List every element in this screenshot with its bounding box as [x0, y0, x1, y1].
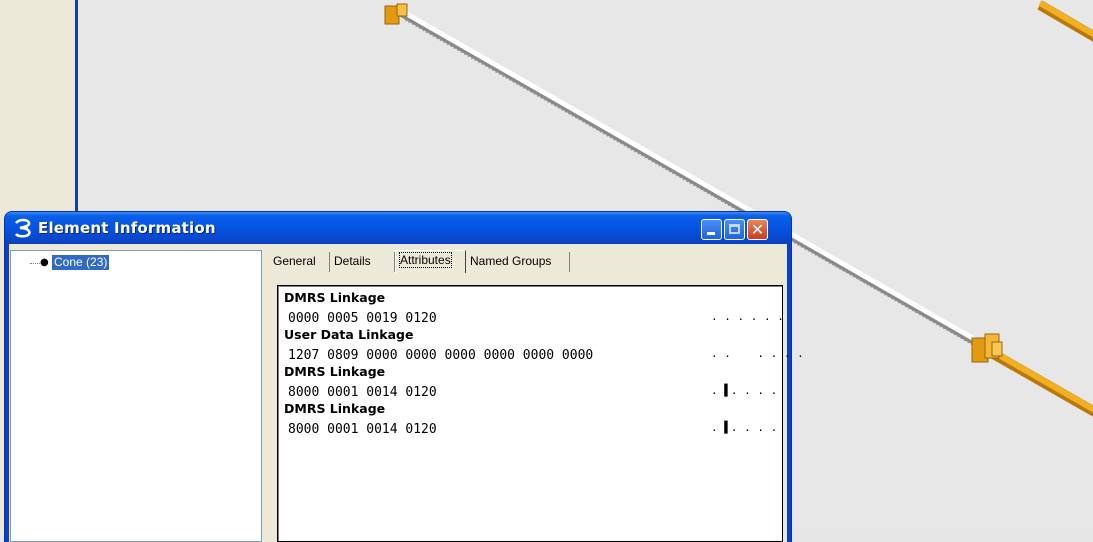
pipe-fitting-top: [384, 3, 408, 25]
linkage-title: DMRS Linkage: [284, 290, 386, 305]
linkage-hex: 8000 0001 0014 0120: [288, 422, 437, 437]
maximize-icon: [729, 224, 740, 234]
element-information-window: Element Information ✕ ● Cone (23) Genera…: [5, 212, 804, 542]
linkage-row: 1207 0809 0000 0000 0000 0000 0000 0000 …: [284, 344, 804, 363]
linkage-hex: 0000 0005 0019 0120: [288, 311, 437, 326]
tab-attributes-label: Attributes: [399, 252, 452, 268]
app-logo-icon: [14, 218, 31, 238]
linkage-row: 8000 0001 0014 0120 . ▌. . . .: [284, 418, 782, 437]
pane-splitter[interactable]: [262, 250, 268, 542]
window-title: Element Information: [38, 219, 216, 237]
tab-general[interactable]: General: [269, 252, 330, 272]
tree-item-cone[interactable]: Cone (23): [52, 255, 110, 270]
linkage-ascii: . ▌. . . .: [711, 421, 778, 434]
linkage-row: 0000 0005 0019 0120 . . . . . .: [284, 307, 784, 326]
linkage-hex: 8000 0001 0014 0120: [288, 385, 437, 400]
tab-named-groups[interactable]: Named Groups: [466, 252, 570, 272]
linkage-ascii: . . . . . .: [711, 347, 804, 360]
linkage-hex: 1207 0809 0000 0000 0000 0000 0000 0000: [288, 348, 594, 363]
close-button[interactable]: ✕: [747, 219, 768, 240]
linkage-title: DMRS Linkage: [284, 364, 386, 379]
tree-bullet-icon: ●: [40, 257, 49, 268]
linkage-row: 8000 0001 0014 0120 . ▌. . . .: [284, 381, 782, 400]
close-icon: ✕: [750, 220, 765, 239]
tab-attributes[interactable]: Attributes: [395, 250, 466, 273]
window-client-area: ● Cone (23) General Details Attributes N…: [9, 244, 804, 542]
linkage-title: DMRS Linkage: [284, 401, 386, 416]
maximize-button[interactable]: [724, 219, 745, 240]
attributes-panel[interactable]: DMRS Linkage 0000 0005 0019 0120 . . . .…: [277, 285, 804, 542]
minimize-button[interactable]: [701, 219, 722, 240]
minimize-icon: [707, 232, 715, 235]
linkage-ascii: . . . . . .: [711, 310, 784, 323]
tab-details[interactable]: Details: [330, 252, 395, 272]
linkage-ascii: . ▌. . . .: [711, 384, 778, 397]
tree-connector: [30, 263, 40, 264]
element-tree[interactable]: ● Cone (23): [10, 250, 262, 542]
window-titlebar[interactable]: Element Information ✕: [5, 212, 791, 244]
pipe-fitting-bottom: [971, 333, 1003, 363]
linkage-title: User Data Linkage: [284, 327, 414, 342]
